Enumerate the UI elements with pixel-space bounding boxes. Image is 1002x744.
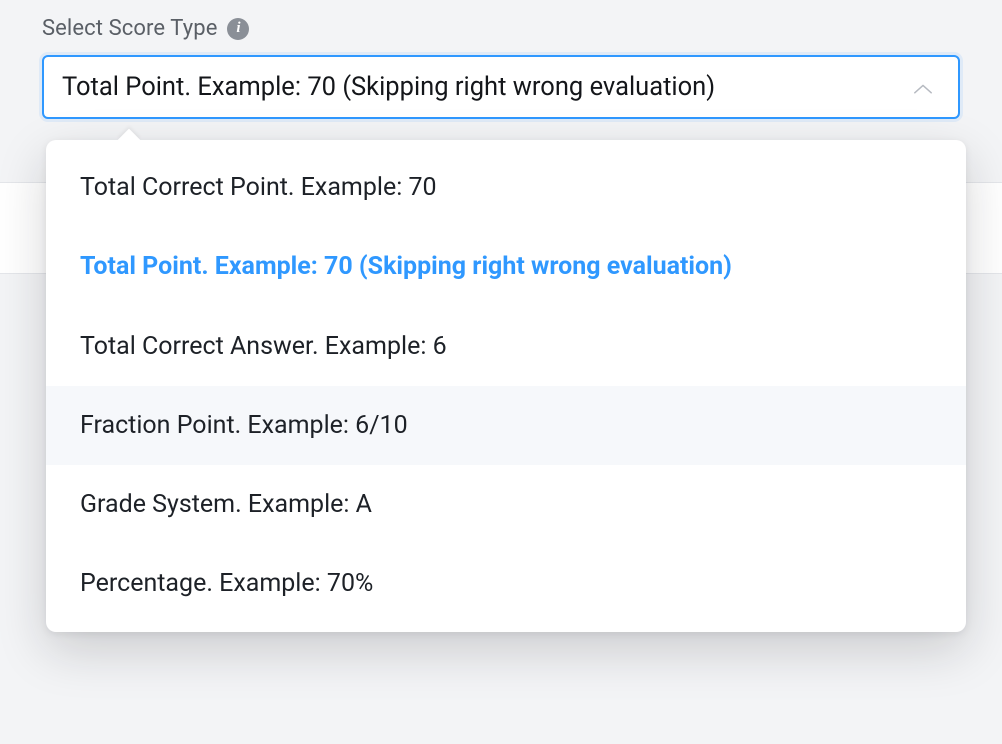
chevron-up-icon [912,82,934,96]
option-grade-system[interactable]: Grade System. Example: A [46,465,966,544]
option-label: Total Point. Example: 70 (Skipping right… [80,252,732,281]
option-total-point-skipping[interactable]: Total Point. Example: 70 (Skipping right… [46,227,966,306]
option-label: Total Correct Point. Example: 70 [80,173,437,202]
option-total-correct-point[interactable]: Total Correct Point. Example: 70 [46,148,966,227]
info-icon[interactable]: i [227,18,249,40]
score-type-field: Select Score Type i Total Point. Example… [42,0,960,119]
option-label: Total Correct Answer. Example: 6 [80,332,447,361]
score-type-dropdown[interactable]: Total Correct Point. Example: 70 Total P… [46,140,966,632]
page-root: Select Score Type i Total Point. Example… [0,0,1002,744]
option-percentage[interactable]: Percentage. Example: 70% [46,544,966,623]
option-total-correct-answer[interactable]: Total Correct Answer. Example: 6 [46,307,966,386]
score-type-select[interactable]: Total Point. Example: 70 (Skipping right… [42,55,960,119]
option-label: Percentage. Example: 70% [80,569,373,598]
option-label: Grade System. Example: A [80,490,372,519]
option-label: Fraction Point. Example: 6/10 [80,411,408,440]
select-value: Total Point. Example: 70 (Skipping right… [62,72,715,102]
field-label-row: Select Score Type i [42,0,960,55]
field-label: Select Score Type [42,16,217,41]
option-fraction-point[interactable]: Fraction Point. Example: 6/10 [46,386,966,465]
